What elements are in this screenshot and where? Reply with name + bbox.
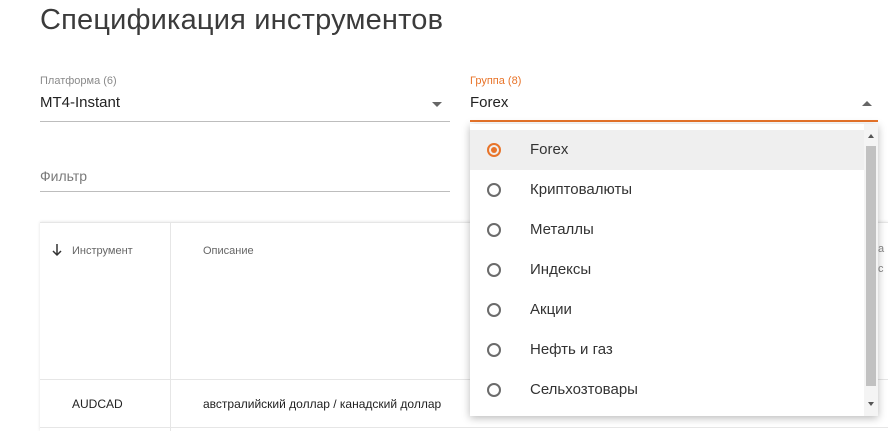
group-underline [470, 120, 878, 122]
column-label-description[interactable]: Описание [203, 245, 254, 257]
option-label: Сельхозтовары [530, 381, 638, 398]
page-title: Спецификация инструментов [40, 4, 444, 36]
column-label-instrument: Инструмент [72, 245, 133, 257]
dropdown-scrollbar[interactable] [864, 124, 878, 416]
radio-icon [487, 263, 501, 277]
dropdown-option-indices[interactable]: Индексы [470, 250, 864, 290]
cell-instrument: AUDCAD [72, 397, 123, 411]
option-label: Криптовалюты [530, 181, 633, 198]
scrollbar-thumb[interactable] [866, 146, 876, 386]
radio-icon [487, 343, 501, 357]
platform-value: MT4-Instant [40, 94, 121, 111]
caret-up-icon[interactable] [862, 101, 872, 106]
dropdown-option-agri[interactable]: Сельхозтовары [470, 370, 864, 410]
radio-icon [487, 383, 501, 397]
dropdown-option-crypto[interactable]: Криптовалюты [470, 170, 864, 210]
group-value: Forex [470, 94, 509, 111]
caret-down-icon[interactable] [432, 102, 442, 107]
option-label: Металлы [530, 221, 594, 238]
radio-icon [487, 223, 501, 237]
option-label: Forex [530, 141, 569, 158]
radio-selected-icon [487, 143, 501, 157]
column-separator [170, 380, 171, 431]
scroll-down-icon[interactable] [868, 402, 874, 406]
dropdown-option-oil-gas[interactable]: Нефть и газ [470, 330, 864, 370]
radio-icon [487, 183, 501, 197]
radio-icon [487, 303, 501, 317]
column-separator [170, 223, 171, 379]
platform-underline [40, 121, 450, 122]
scroll-up-icon[interactable] [868, 134, 874, 138]
dropdown-option-metals[interactable]: Металлы [470, 210, 864, 250]
group-label: Группа (8) [470, 75, 522, 87]
platform-label: Платформа (6) [40, 75, 117, 87]
filter-underline [40, 191, 450, 192]
arrow-down-icon[interactable] [52, 243, 62, 257]
filter-input[interactable] [40, 162, 450, 190]
option-label: Акции [530, 301, 572, 318]
option-label: Нефть и газ [530, 341, 613, 358]
group-dropdown-menu: Forex Криптовалюты Металлы Индексы Акции… [470, 124, 878, 416]
dropdown-option-forex[interactable]: Forex [470, 130, 864, 170]
truncated-header-text: с [878, 263, 884, 275]
dropdown-option-stocks[interactable]: Акции [470, 290, 864, 330]
row-divider [40, 427, 888, 428]
option-label: Индексы [530, 261, 592, 278]
truncated-header-text: а [878, 243, 885, 255]
cell-description: австралийский доллар / канадский доллар [203, 397, 442, 411]
